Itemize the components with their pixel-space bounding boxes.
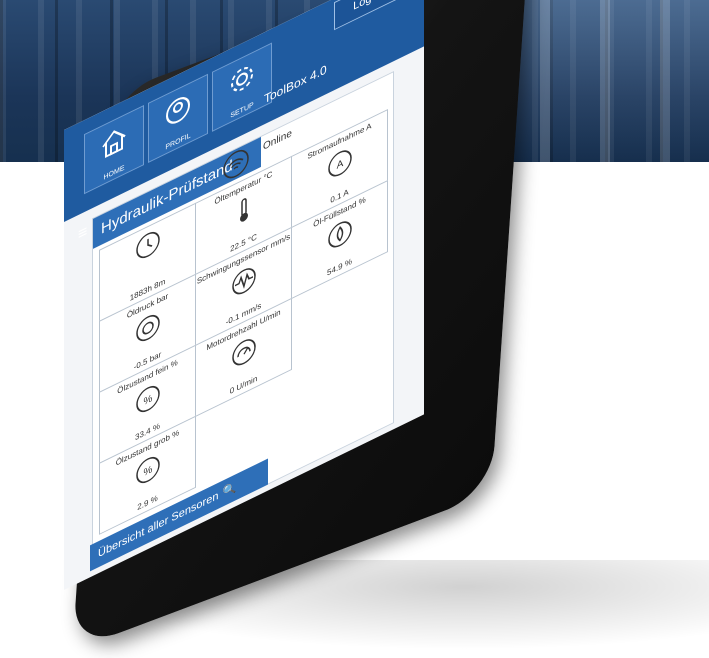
nav-setup-label: SETUP — [230, 101, 254, 120]
phone-mockup: HOME PROFIL SETUP Logout ToolBox 4.0 ≡ — [0, 0, 709, 658]
home-icon — [102, 130, 126, 159]
gear-icon — [231, 66, 253, 92]
profile-icon — [166, 97, 190, 124]
nav-home-label: HOME — [103, 164, 125, 182]
nav-profile-button[interactable]: PROFIL — [148, 73, 208, 164]
app-brand: ToolBox 4.0 — [264, 61, 327, 107]
nav-home-button[interactable]: HOME — [84, 104, 144, 195]
status-text: Online — [263, 127, 292, 153]
svg-text:A: A — [336, 157, 344, 172]
nav-setup-button[interactable]: SETUP — [212, 42, 272, 132]
nav-profile-label: PROFIL — [165, 132, 191, 152]
search-icon: 🔍 — [222, 481, 237, 500]
svg-text:%: % — [143, 392, 152, 408]
clock-icon — [135, 232, 160, 259]
logout-button[interactable]: Logout — [334, 0, 406, 31]
hamburger-menu-icon[interactable]: ≡ — [78, 223, 87, 246]
svg-text:%: % — [143, 463, 152, 479]
